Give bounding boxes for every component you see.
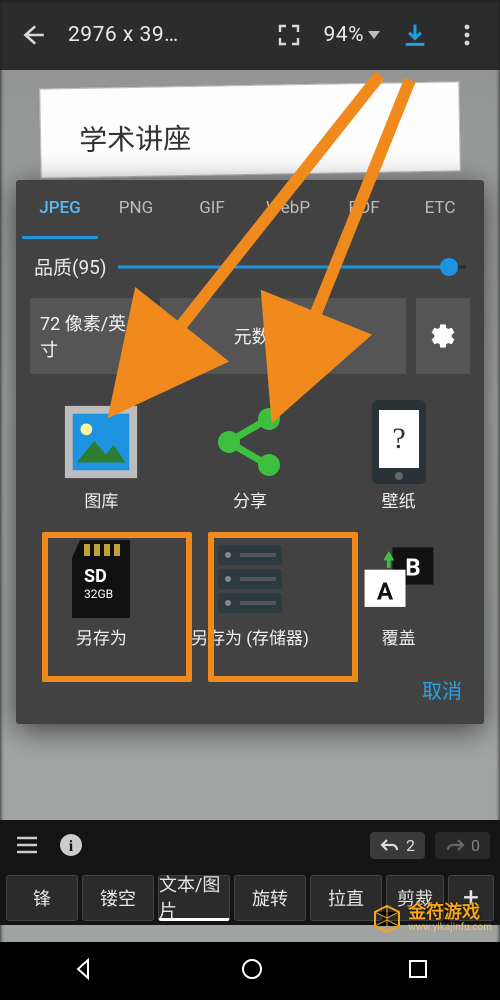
action-overwrite-label: 覆盖 (382, 629, 416, 650)
tool-1[interactable]: 镂空 (82, 875, 154, 921)
wallpaper-icon: ? (359, 402, 439, 482)
nav-recents-icon[interactable] (408, 959, 428, 983)
tab-gif[interactable]: GIF (174, 180, 250, 239)
action-gallery[interactable]: 图库 (30, 392, 173, 523)
svg-text:B: B (405, 554, 420, 582)
download-icon[interactable] (398, 18, 432, 52)
undo-count: 2 (406, 836, 415, 855)
settings-button[interactable] (416, 298, 470, 374)
zoom-value: 94% (324, 23, 365, 47)
slider-fill (118, 265, 448, 268)
action-wallpaper[interactable]: ? 壁纸 (327, 392, 470, 523)
quality-label: 品质(95) (34, 253, 106, 280)
tab-webp[interactable]: WebP (250, 180, 326, 239)
svg-text:A: A (377, 578, 394, 606)
watermark-url: www.yikajinfu.com (408, 923, 492, 934)
nav-home-icon[interactable] (241, 958, 263, 984)
tool-3[interactable]: 旋转 (234, 875, 306, 921)
metadata-selector[interactable]: 元数据: 移除 (160, 298, 406, 374)
back-icon[interactable] (16, 18, 50, 52)
tab-jpeg[interactable]: JPEG (22, 180, 98, 239)
overflow-menu-icon[interactable] (450, 18, 484, 52)
quality-slider[interactable] (118, 257, 466, 277)
slider-thumb[interactable] (440, 258, 458, 276)
top-toolbar: 2976 x 39… 94% (0, 0, 500, 70)
redo-button[interactable]: 0 (435, 832, 490, 859)
undo-icon (380, 838, 400, 852)
action-wallpaper-label: 壁纸 (382, 492, 416, 513)
info-icon[interactable]: i (54, 828, 88, 862)
cancel-button[interactable]: 取消 (422, 675, 462, 704)
nav-back-icon[interactable] (72, 957, 96, 985)
export-dialog: JPEG PNG GIF WebP PDF ETC 品质(95) 72 像素/英… (16, 180, 484, 724)
chevron-down-icon (368, 31, 380, 39)
action-gallery-label: 图库 (84, 492, 118, 513)
fullscreen-icon[interactable] (272, 18, 306, 52)
svg-text:?: ? (392, 422, 405, 455)
redo-icon (445, 838, 465, 852)
watermark-name: 金符游戏 (408, 904, 492, 923)
action-share[interactable]: 分享 (179, 392, 322, 523)
tab-png[interactable]: PNG (98, 180, 174, 239)
tool-2[interactable]: 文本/图片 (158, 875, 230, 921)
action-share-label: 分享 (233, 492, 267, 513)
image-dimensions: 2976 x 39… (68, 23, 179, 47)
format-tabs: JPEG PNG GIF WebP PDF ETC (16, 180, 484, 239)
system-navbar (0, 942, 500, 1000)
gallery-icon (61, 402, 141, 482)
svg-text:i: i (69, 838, 74, 855)
undo-button[interactable]: 2 (370, 832, 425, 859)
quality-row: 品质(95) (16, 239, 484, 298)
background-text: 学术讲座 (79, 117, 192, 159)
menu-icon[interactable] (10, 828, 44, 862)
watermark: 金符游戏 www.yikajinfu.com (372, 904, 492, 934)
tab-etc[interactable]: ETC (402, 180, 478, 239)
zoom-dropdown[interactable]: 94% (324, 23, 381, 47)
annotation-highlight-gallery (42, 532, 192, 682)
watermark-cube-icon (372, 904, 402, 934)
redo-count: 0 (471, 836, 480, 855)
tab-pdf[interactable]: PDF (326, 180, 402, 239)
overwrite-icon: BA (359, 539, 439, 619)
dpi-selector[interactable]: 72 像素/英寸 (30, 298, 150, 374)
tool-0[interactable]: 锋 (6, 875, 78, 921)
share-icon (210, 402, 290, 482)
background-paper: 学术讲座 (39, 81, 461, 178)
options-row: 72 像素/英寸 元数据: 移除 (16, 298, 484, 386)
gear-icon (429, 322, 457, 350)
annotation-highlight-share (208, 532, 358, 682)
